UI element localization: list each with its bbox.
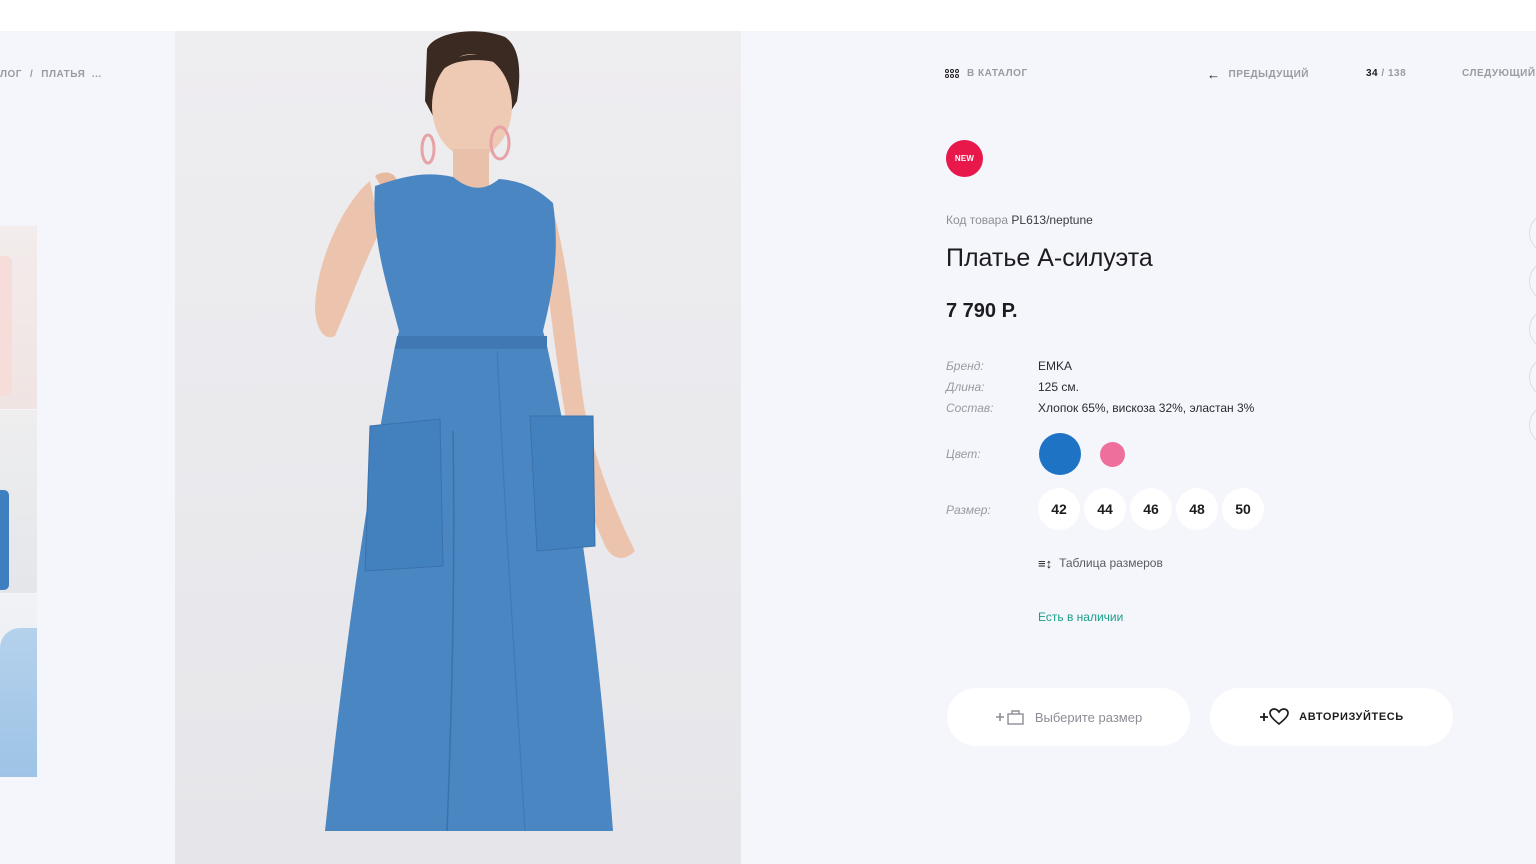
share-button[interactable] — [1529, 405, 1536, 445]
next-product-link[interactable]: СЛЕДУЮЩИЙ — [1462, 68, 1536, 79]
share-button[interactable] — [1529, 213, 1536, 253]
new-badge: NEW — [946, 140, 983, 177]
counter-separator: / — [1381, 68, 1385, 79]
thumbnail-strip — [0, 226, 37, 777]
size-option[interactable]: 42 — [1038, 488, 1080, 530]
previous-label: ПРЕДЫДУЩИЙ — [1228, 69, 1309, 80]
product-sku: Код товара PL613/neptune — [946, 213, 1093, 227]
breadcrumb-separator: / — [29, 69, 34, 80]
thumbnail-1[interactable] — [0, 226, 37, 409]
catalog-grid-icon — [945, 69, 959, 78]
size-option[interactable]: 44 — [1084, 488, 1126, 530]
side-share-buttons — [1529, 213, 1536, 453]
auth-button-label: АВТОРИЗУЙТЕСЬ — [1299, 711, 1404, 723]
stock-status: Есть в наличии — [1038, 610, 1124, 624]
thumbnail-2[interactable] — [0, 410, 37, 593]
previous-product-link[interactable]: ← ПРЕДЫДУЩИЙ — [1207, 68, 1309, 81]
size-option[interactable]: 50 — [1222, 488, 1264, 530]
ruler-icon: ≡↕ — [1038, 555, 1053, 571]
add-to-cart-button[interactable]: Выберите размер — [947, 688, 1190, 746]
property-value: EMKA — [1038, 359, 1073, 373]
product-price: 7 790 Р. — [946, 300, 1018, 322]
property-value: 125 см. — [1038, 380, 1079, 394]
breadcrumb-ellipsis: ... — [91, 69, 102, 80]
breadcrumb-item-dresses[interactable]: ПЛАТЬЯ — [41, 69, 85, 80]
cart-plus-icon — [995, 708, 1025, 726]
property-key: Состав: — [946, 401, 994, 415]
product-photo[interactable] — [175, 31, 741, 864]
counter-current: 34 — [1366, 68, 1379, 79]
property-value: Хлопок 65%, вискоза 32%, эластан 3% — [1038, 401, 1255, 415]
catalog-link-label: В КАТАЛОГ — [967, 68, 1028, 79]
login-wishlist-button[interactable]: АВТОРИЗУЙТЕСЬ — [1210, 688, 1453, 746]
color-swatch-pink[interactable] — [1100, 442, 1125, 467]
size-table-label: Таблица размеров — [1059, 556, 1163, 570]
breadcrumb: ЛОГ / ПЛАТЬЯ ... — [0, 69, 102, 80]
property-key: Длина: — [946, 380, 985, 394]
next-label: СЛЕДУЮЩИЙ — [1462, 68, 1536, 79]
product-counter: 34 / 138 — [1366, 68, 1406, 79]
share-button[interactable] — [1529, 309, 1536, 349]
thumbnail-3[interactable] — [0, 594, 37, 777]
back-to-catalog-link[interactable]: В КАТАЛОГ — [945, 68, 1028, 79]
sku-label: Код товара — [946, 213, 1009, 227]
top-bar — [0, 0, 1536, 31]
size-selector: 42 44 46 48 50 — [1038, 488, 1264, 530]
share-button[interactable] — [1529, 261, 1536, 301]
color-label: Цвет: — [946, 447, 981, 461]
dress-illustration — [315, 31, 635, 832]
size-table-link[interactable]: ≡↕ Таблица размеров — [1038, 556, 1163, 570]
breadcrumb-item-catalog[interactable]: ЛОГ — [0, 69, 22, 80]
product-title: Платье А-силуэта — [946, 244, 1153, 272]
size-option[interactable]: 48 — [1176, 488, 1218, 530]
sku-value: PL613/neptune — [1011, 213, 1093, 227]
size-option[interactable]: 46 — [1130, 488, 1172, 530]
counter-total: 138 — [1387, 68, 1407, 79]
arrow-left-icon: ← — [1207, 67, 1221, 82]
share-button[interactable] — [1529, 357, 1536, 397]
cart-button-label: Выберите размер — [1034, 709, 1143, 725]
property-key: Бренд: — [946, 359, 984, 373]
heart-plus-icon — [1259, 708, 1290, 726]
color-swatch-blue[interactable] — [1039, 433, 1081, 475]
size-label: Размер: — [946, 503, 991, 517]
